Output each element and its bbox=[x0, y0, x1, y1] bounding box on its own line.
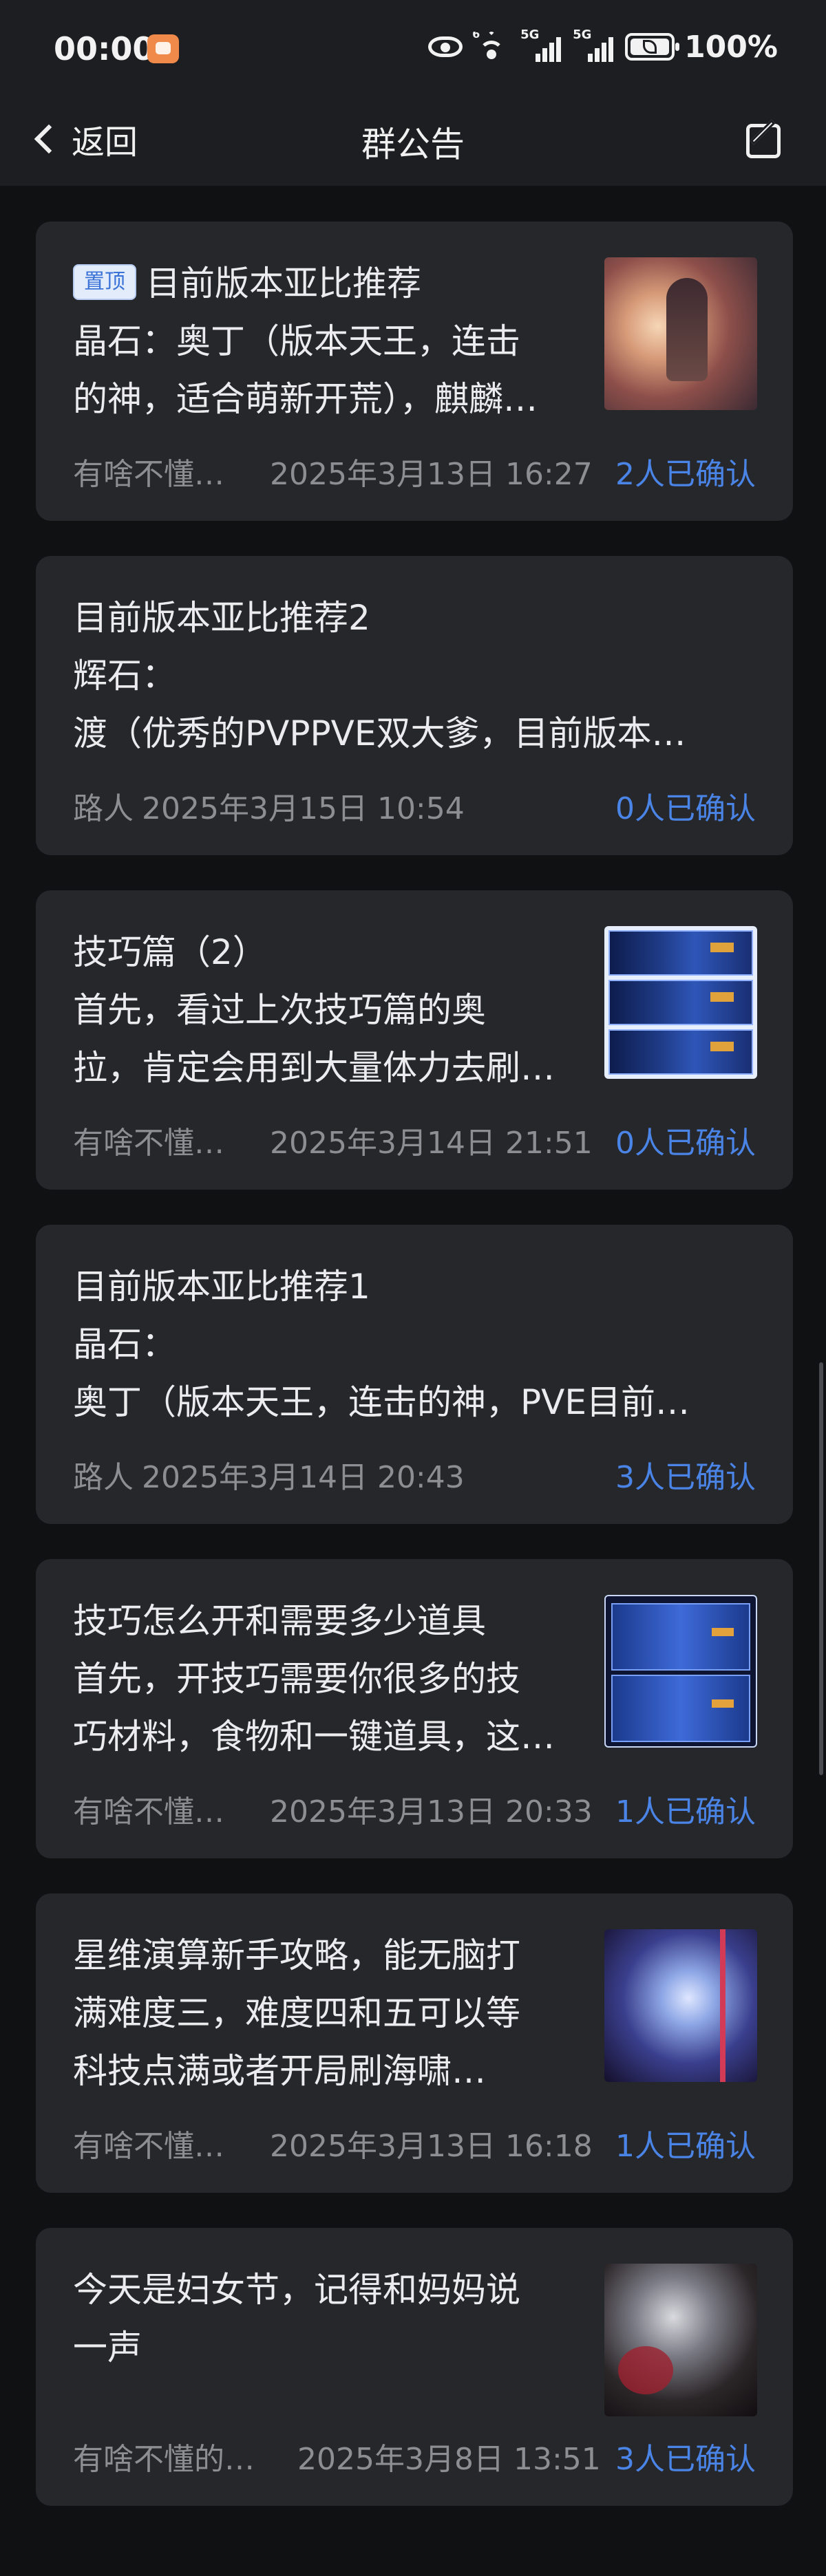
announcement-line: 科技点满或者开局刷海啸… bbox=[73, 2051, 486, 2091]
announcement-meta: 有啥不懂的… 2025年3月13日 16:27 2人已确认 bbox=[73, 449, 756, 493]
eye-icon bbox=[428, 36, 463, 57]
edit-button[interactable] bbox=[741, 114, 792, 165]
announcement-line: 渡（优秀的PVPPVE双大爹，目前版本… bbox=[73, 713, 686, 753]
announcement-card[interactable]: 星维演算新手攻略，能无脑打 满难度三，难度四和五可以等 科技点满或者开局刷海啸…… bbox=[36, 1893, 793, 2193]
anime-character-blue-image[interactable] bbox=[604, 1929, 757, 2082]
confirm-count[interactable]: 2人已确认 bbox=[615, 449, 756, 493]
pinned-badge: 置顶 bbox=[73, 264, 136, 300]
post-date: 2025年3月14日 20:43 bbox=[142, 1460, 465, 1495]
author: 路人 bbox=[73, 791, 134, 826]
post-date: 2025年3月8日 13:51 bbox=[297, 2442, 601, 2477]
wifi-icon: 6 bbox=[472, 32, 511, 62]
confirm-count[interactable]: 3人已确认 bbox=[615, 1452, 756, 1496]
post-date: 2025年3月13日 16:18 bbox=[270, 2129, 593, 2164]
announcement-line: 首先，开技巧需要你很多的技 bbox=[73, 1659, 520, 1699]
announcement-line: 晶石：奥丁（版本天王，连击 bbox=[73, 321, 520, 361]
announcement-line: 满难度三，难度四和五可以等 bbox=[73, 1993, 520, 2033]
announcement-text: 目前版本亚比推荐2 辉石： 渡（优秀的PVPPVE双大爹，目前版本… bbox=[73, 589, 761, 762]
post-date: 2025年3月15日 10:54 bbox=[142, 791, 465, 826]
wifi-label: 6 bbox=[472, 32, 480, 41]
announcement-title: 目前版本亚比推荐2 bbox=[73, 598, 370, 638]
network-type-2: 5G bbox=[573, 28, 592, 42]
confirm-count[interactable]: 1人已确认 bbox=[615, 2121, 756, 2165]
author: 有啥不懂的… bbox=[73, 457, 252, 492]
author: 有啥不懂的… bbox=[73, 1126, 252, 1161]
post-date: 2025年3月13日 16:27 bbox=[270, 457, 593, 492]
confirm-count[interactable]: 3人已确认 bbox=[615, 2434, 756, 2478]
announcement-meta: 有啥不懂的可… 2025年3月8日 13:51 3人已确认 bbox=[73, 2434, 756, 2478]
announcement-line: 一声 bbox=[73, 2328, 142, 2368]
post-date: 2025年3月14日 21:51 bbox=[270, 1126, 593, 1161]
status-bar: 00:00 6 5G 5G 100% bbox=[0, 0, 826, 96]
announcement-title: 目前版本亚比推荐 bbox=[146, 264, 421, 303]
signal-icon: 5G bbox=[520, 28, 563, 62]
announcement-card[interactable]: 技巧篇（2） 首先，看过上次技巧篇的奥 拉，肯定会用到大量体力去刷… 有啥不懂的… bbox=[36, 890, 793, 1190]
anime-girl-sunset-image[interactable] bbox=[604, 257, 757, 410]
announcement-card[interactable]: 今天是妇女节，记得和妈妈说 一声 有啥不懂的可… 2025年3月8日 13:51… bbox=[36, 2228, 793, 2506]
announcement-meta: 路人 2025年3月14日 20:43 3人已确认 bbox=[73, 1452, 756, 1496]
announcement-text: 目前版本亚比推荐1 晶石： 奥丁（版本天王，连击的神，PVE目前… bbox=[73, 1258, 761, 1431]
author: 有啥不懂的… bbox=[73, 2129, 252, 2164]
announcement-card[interactable]: 技巧怎么开和需要多少道具 首先，开技巧需要你很多的技 巧材料，食物和一键道具，这… bbox=[36, 1559, 793, 1858]
confirm-count[interactable]: 0人已确认 bbox=[615, 1118, 756, 1162]
announcement-text: 技巧怎么开和需要多少道具 首先，开技巧需要你很多的技 巧材料，食物和一键道具，这… bbox=[73, 1592, 610, 1765]
battery-icon bbox=[625, 33, 680, 61]
announcement-text: 技巧篇（2） 首先，看过上次技巧篇的奥 拉，肯定会用到大量体力去刷… bbox=[73, 923, 610, 1097]
game-screenshots-image[interactable] bbox=[604, 926, 757, 1079]
announcement-meta: 有啥不懂的… 2025年3月13日 20:33 1人已确认 bbox=[73, 1787, 756, 1831]
announcement-card[interactable]: 目前版本亚比推荐1 晶石： 奥丁（版本天王，连击的神，PVE目前… 路人 202… bbox=[36, 1225, 793, 1524]
nav-bar: 返回 群公告 bbox=[0, 96, 826, 186]
post-date: 2025年3月13日 20:33 bbox=[270, 1794, 593, 1829]
announcement-text: 今天是妇女节，记得和妈妈说 一声 bbox=[73, 2261, 610, 2376]
announcement-text: 置顶 目前版本亚比推荐 晶石：奥丁（版本天王，连击 的神，适合萌新开荒），麒麟… bbox=[73, 255, 610, 428]
announcement-meta: 有啥不懂的… 2025年3月13日 16:18 1人已确认 bbox=[73, 2121, 756, 2165]
scrollbar[interactable] bbox=[819, 1362, 823, 1775]
announcement-meta: 路人 2025年3月15日 10:54 0人已确认 bbox=[73, 784, 756, 828]
signal-icon-2: 5G bbox=[573, 28, 615, 62]
announcement-line: 奥丁（版本天王，连击的神，PVE目前… bbox=[73, 1382, 690, 1422]
status-indicators: 6 5G 5G 100% bbox=[428, 28, 778, 66]
confirm-count[interactable]: 1人已确认 bbox=[615, 1787, 756, 1831]
announcement-title: 目前版本亚比推荐1 bbox=[73, 1267, 370, 1307]
author: 有啥不懂的… bbox=[73, 1794, 252, 1829]
confirm-count[interactable]: 0人已确认 bbox=[615, 784, 756, 828]
announcement-line: 的神，适合萌新开荒），麒麟… bbox=[73, 379, 538, 419]
announcement-title: 星维演算新手攻略，能无脑打 bbox=[73, 1935, 520, 1975]
announcement-meta: 有啥不懂的… 2025年3月14日 21:51 0人已确认 bbox=[73, 1118, 756, 1162]
announcement-line: 辉石： bbox=[73, 656, 176, 696]
author: 路人 bbox=[73, 1460, 134, 1495]
announcement-line: 巧材料，食物和一键道具，这… bbox=[73, 1717, 555, 1757]
game-inventory-image[interactable] bbox=[604, 1595, 757, 1748]
announcement-title: 技巧篇（2） bbox=[73, 932, 267, 972]
announcement-card[interactable]: 置顶 目前版本亚比推荐 晶石：奥丁（版本天王，连击 的神，适合萌新开荒），麒麟… … bbox=[36, 222, 793, 521]
announcement-line: 拉，肯定会用到大量体力去刷… bbox=[73, 1048, 555, 1088]
status-time: 00:00 bbox=[54, 30, 155, 67]
announcement-text: 星维演算新手攻略，能无脑打 满难度三，难度四和五可以等 科技点满或者开局刷海啸… bbox=[73, 1926, 610, 2100]
network-type-1: 5G bbox=[520, 28, 540, 42]
page-title: 群公告 bbox=[361, 125, 465, 164]
announcement-title: 今天是妇女节，记得和妈妈说 bbox=[73, 2270, 520, 2310]
announcement-line: 首先，看过上次技巧篇的奥 bbox=[73, 990, 486, 1030]
announcement-title: 技巧怎么开和需要多少道具 bbox=[73, 1601, 486, 1641]
announcement-card[interactable]: 目前版本亚比推荐2 辉石： 渡（优秀的PVPPVE双大爹，目前版本… 路人 20… bbox=[36, 556, 793, 855]
announcement-line: 晶石： bbox=[73, 1324, 176, 1364]
author: 有啥不懂的可… bbox=[73, 2442, 279, 2477]
battery-saver-leaf-icon bbox=[643, 40, 657, 54]
notification-app-icon bbox=[147, 34, 179, 63]
anime-character-dark-image[interactable] bbox=[604, 2264, 757, 2416]
battery-percent: 100% bbox=[684, 29, 778, 65]
